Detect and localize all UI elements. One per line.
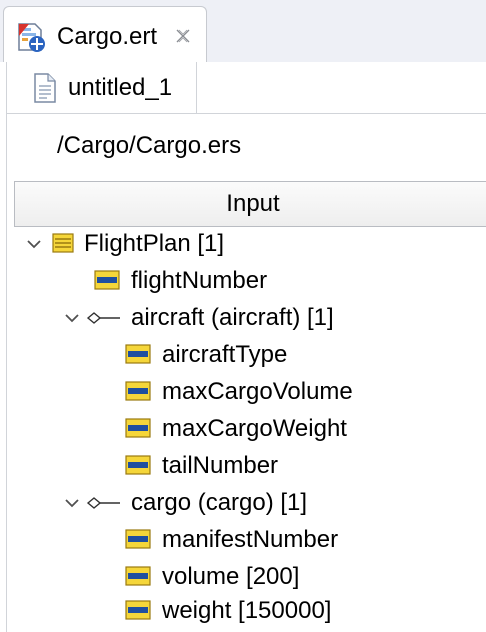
tab-label: untitled_1	[68, 74, 173, 101]
cargo-ert-file-icon	[18, 23, 45, 52]
tab-divider	[197, 113, 486, 114]
tree-node-aircrafttype[interactable]: aircraftType	[0, 337, 486, 374]
association-icon	[86, 497, 120, 509]
tree-node-weight[interactable]: weight [150000]	[0, 593, 486, 630]
tree-node-label: flightNumber	[131, 267, 268, 294]
attribute-icon	[125, 600, 151, 620]
tree-node-flightnumber[interactable]: flightNumber	[0, 263, 486, 300]
close-icon[interactable]	[174, 27, 192, 45]
tree-node-label: weight [150000]	[162, 597, 332, 624]
association-icon	[86, 312, 120, 324]
attribute-icon	[94, 270, 120, 290]
tree-node-label: FlightPlan [1]	[84, 230, 225, 257]
tree-node-label: manifestNumber	[162, 526, 339, 553]
chevron-down-icon[interactable]	[64, 495, 80, 511]
chevron-down-icon[interactable]	[26, 236, 42, 252]
attribute-icon	[125, 529, 151, 549]
tree-node-manifestnumber[interactable]: manifestNumber	[0, 522, 486, 559]
ruleset-path: /Cargo/Cargo.ers	[57, 132, 242, 159]
tree-node-tailnumber[interactable]: tailNumber	[0, 448, 486, 485]
tree-node-cargo[interactable]: cargo (cargo) [1]	[0, 485, 486, 522]
tree-node-maxcargoweight[interactable]: maxCargoWeight	[0, 411, 486, 448]
attribute-icon	[125, 566, 151, 586]
tree-node-label: cargo (cargo) [1]	[131, 489, 308, 516]
tree-node-maxcargovolume[interactable]: maxCargoVolume	[0, 374, 486, 411]
editor-tab-label: Cargo.ert	[57, 23, 158, 50]
chevron-down-icon[interactable]	[64, 310, 80, 326]
entity-icon	[52, 233, 74, 253]
tree-node-flightplan[interactable]: FlightPlan [1]	[0, 226, 486, 263]
tree-node-label: maxCargoWeight	[162, 415, 347, 442]
document-icon	[34, 73, 56, 103]
attribute-icon	[125, 418, 151, 438]
tree-node-volume[interactable]: volume [200]	[0, 559, 486, 596]
tree-node-label: aircraftType	[162, 341, 288, 368]
input-column-header[interactable]: Input	[14, 181, 486, 227]
tree-node-label: tailNumber	[162, 452, 279, 479]
tree-node-label: aircraft (aircraft) [1]	[131, 304, 334, 331]
attribute-icon	[125, 344, 151, 364]
attribute-icon	[125, 381, 151, 401]
tree-node-label: volume [200]	[162, 563, 300, 590]
tree-node-label: maxCargoVolume	[162, 378, 353, 405]
tab-untitled-1[interactable]: untitled_1	[7, 62, 197, 114]
attribute-icon	[125, 455, 151, 475]
editor-tab-cargo-ert[interactable]: Cargo.ert	[3, 6, 207, 63]
tree-node-aircraft[interactable]: aircraft (aircraft) [1]	[0, 300, 486, 337]
